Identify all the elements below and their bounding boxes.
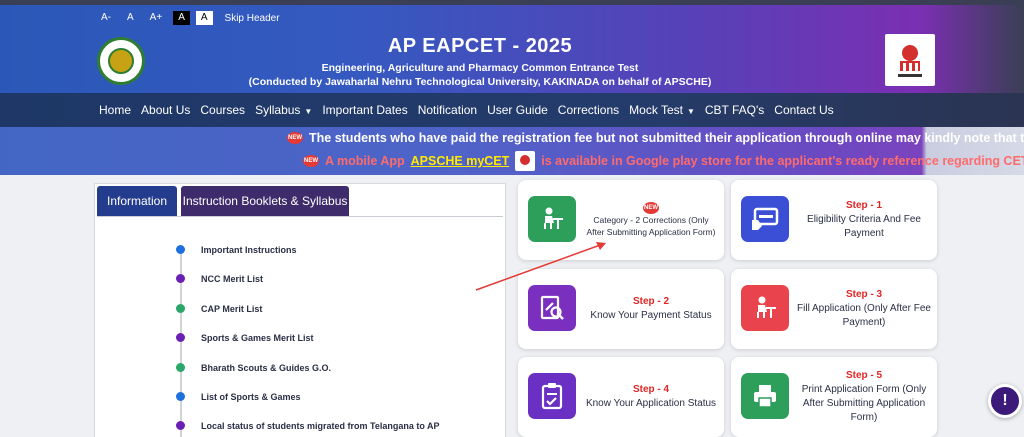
student-desk-icon	[528, 196, 576, 242]
new-badge-icon: NEW	[643, 202, 659, 214]
corrections-card-title: Category - 2 Corrections (Only After Sub…	[586, 215, 716, 237]
tabs-divider	[97, 216, 503, 217]
nav-contact-us[interactable]: Contact Us	[774, 103, 833, 117]
information-panel: Information Instruction Booklets & Sylla…	[94, 183, 506, 437]
student-desk-icon	[741, 285, 789, 331]
timeline-dot	[176, 245, 185, 254]
site-header: A- A A+ A A Skip Header AP EAPCET - 2025…	[0, 5, 1024, 93]
step-2-card[interactable]: Step - 2 Know Your Payment Status	[518, 269, 724, 349]
timeline-dot	[176, 391, 185, 401]
conducted-by-text: (Conducted by Jawaharlal Nehru Technolog…	[248, 76, 712, 88]
step-number: Step - 3	[845, 288, 883, 300]
step-4-card[interactable]: Step - 4 Know Your Application Status	[518, 357, 724, 437]
nav-notification[interactable]: Notification	[418, 103, 477, 117]
page-title: AP EAPCET - 2025	[387, 35, 573, 57]
timeline-dot	[176, 362, 185, 372]
chevron-down-icon: ▼	[686, 107, 695, 116]
font-normal-button[interactable]: A	[122, 11, 139, 25]
nav-home[interactable]: Home	[99, 103, 131, 117]
nav-corrections[interactable]: Corrections	[558, 103, 619, 117]
ticker-line-2: NEW A mobile App APSCHE myCET is availab…	[303, 151, 1024, 171]
nav-important-dates[interactable]: Important Dates	[322, 103, 407, 117]
step-3-card[interactable]: Step - 3 Fill Application (Only After Fe…	[731, 269, 937, 349]
step-number: Step - 5	[845, 369, 883, 381]
news-ticker: NEW The students who have paid the regis…	[0, 127, 1024, 175]
sports-games-merit-list-link[interactable]: Sports & Games Merit List	[201, 333, 314, 343]
nav-cbt-faqs[interactable]: CBT FAQ's	[705, 103, 764, 117]
chat-help-button[interactable]: !	[988, 384, 1022, 418]
search-document-icon	[528, 285, 576, 331]
nav-user-guide[interactable]: User Guide	[487, 103, 548, 117]
list-item[interactable]: Local status of students migrated from T…	[175, 420, 495, 437]
printer-icon	[741, 373, 789, 419]
timeline-dot	[176, 333, 185, 343]
timeline-dot	[176, 303, 185, 313]
tab-instruction-booklets[interactable]: Instruction Booklets & Syllabus	[181, 186, 349, 216]
step-number: Step - 4	[632, 383, 670, 395]
header-title-block: AP EAPCET - 2025 Engineering, Agricultur…	[200, 35, 760, 88]
step-2-title: Know Your Payment Status	[590, 309, 712, 321]
list-item[interactable]: Sports & Games Merit List	[175, 332, 495, 361]
contrast-light-button[interactable]: A	[195, 11, 213, 25]
ticker-line-1: NEW The students who have paid the regis…	[287, 131, 1024, 145]
skip-header-link[interactable]: Skip Header	[225, 13, 280, 24]
step-number: Step - 1	[845, 199, 883, 211]
tab-information[interactable]: Information	[97, 186, 177, 216]
accessibility-toolbar: A- A A+ A A Skip Header	[96, 9, 280, 27]
main-content: Information Instruction Booklets & Sylla…	[0, 175, 1024, 437]
nav-syllabus[interactable]: Syllabus ▼	[255, 103, 312, 117]
card-payment-icon	[741, 196, 789, 242]
nav-mock-test[interactable]: Mock Test ▼	[629, 103, 695, 117]
ticker-text-2-suffix: is available in Google play store for th…	[541, 154, 1024, 168]
step-5-title: Print Application Form (Only After Submi…	[801, 383, 927, 423]
timeline-dot	[176, 421, 185, 431]
step-4-title: Know Your Application Status	[585, 397, 717, 409]
timeline-dot	[176, 274, 185, 284]
telangana-migration-status-link[interactable]: Local status of students migrated from T…	[201, 421, 440, 431]
apsche-logo-icon	[515, 151, 536, 171]
page-subtitle: Engineering, Agriculture and Pharmacy Co…	[321, 62, 639, 74]
ticker-text-2-prefix: A mobile App	[325, 154, 405, 168]
nav-about-us[interactable]: About Us	[141, 103, 190, 117]
new-badge-icon: NEW	[287, 132, 303, 144]
info-tabs: Information Instruction Booklets & Sylla…	[97, 186, 349, 216]
clipboard-check-icon	[528, 373, 576, 419]
list-item[interactable]: List of Sports & Games	[175, 391, 495, 420]
list-item[interactable]: Important Instructions	[175, 244, 495, 273]
step-5-card[interactable]: Step - 5 Print Application Form (Only Af…	[731, 357, 937, 437]
bharath-scouts-guides-link[interactable]: Bharath Scouts & Guides G.O.	[201, 363, 331, 373]
cap-merit-list-link[interactable]: CAP Merit List	[201, 304, 262, 314]
university-seal-icon	[97, 37, 145, 85]
sports-games-list-link[interactable]: List of Sports & Games	[201, 392, 301, 402]
chevron-down-icon: ▼	[304, 107, 313, 116]
step-1-title: Eligibility Criteria And Fee Payment	[807, 213, 921, 239]
nav-courses[interactable]: Courses	[200, 103, 245, 117]
font-increase-button[interactable]: A+	[145, 11, 168, 25]
important-instructions-link[interactable]: Important Instructions	[201, 245, 297, 255]
step-1-card[interactable]: Step - 1 Eligibility Criteria And Fee Pa…	[731, 180, 937, 260]
apsche-logo-icon	[885, 34, 935, 86]
step-number: Step - 2	[632, 295, 670, 307]
new-badge-icon: NEW	[303, 155, 319, 167]
corrections-card[interactable]: NEW Category - 2 Corrections (Only After…	[518, 180, 724, 260]
main-navigation: Home About Us Courses Syllabus ▼ Importan…	[0, 93, 1024, 127]
mycet-app-link[interactable]: APSCHE myCET	[411, 154, 510, 168]
list-item[interactable]: Bharath Scouts & Guides G.O.	[175, 362, 495, 391]
info-timeline: Important Instructions NCC Merit List CA…	[175, 244, 495, 437]
contrast-dark-button[interactable]: A	[173, 11, 190, 25]
font-decrease-button[interactable]: A-	[96, 11, 116, 25]
ncc-merit-list-link[interactable]: NCC Merit List	[201, 274, 263, 284]
step-3-title: Fill Application (Only After Fee Payment…	[797, 302, 931, 328]
list-item[interactable]: CAP Merit List	[175, 303, 495, 332]
ticker-text-1[interactable]: The students who have paid the registrat…	[309, 131, 1024, 145]
list-item[interactable]: NCC Merit List	[175, 273, 495, 302]
